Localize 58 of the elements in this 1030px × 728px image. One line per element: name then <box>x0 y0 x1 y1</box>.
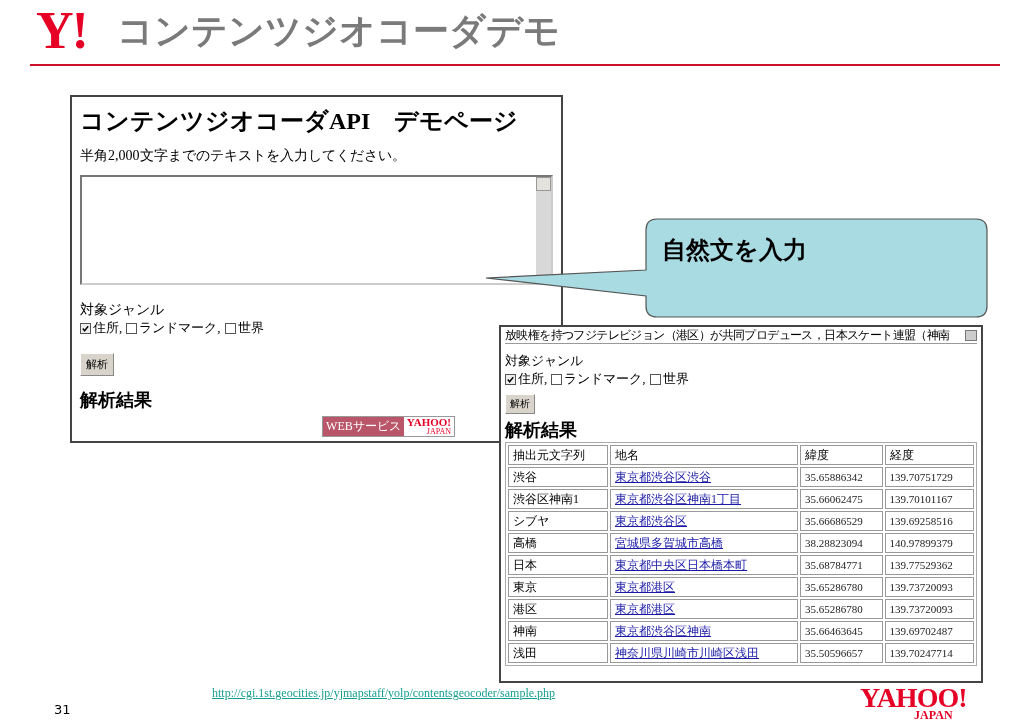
checkbox-label: 住所, <box>93 319 123 337</box>
page-number: 31 <box>54 702 71 717</box>
table-cell: 35.65886342 <box>799 467 883 487</box>
table-cell: 神南 <box>508 621 609 641</box>
table-cell: 東京 <box>508 577 609 597</box>
scroll-button[interactable] <box>965 329 977 341</box>
table-cell: 139.70751729 <box>884 467 974 487</box>
table-cell: 高橋 <box>508 533 609 553</box>
yahoo-logo: Y! <box>36 5 87 57</box>
checkbox[interactable] <box>126 322 138 334</box>
column-header: 緯度 <box>799 445 883 465</box>
page-title: コンテンツジオコーダAPI デモページ <box>80 107 520 136</box>
table-cell: 139.69258516 <box>884 511 974 531</box>
genre-label: 対象ジャンル <box>80 301 165 319</box>
checkbox-label: ランドマーク, <box>139 319 221 337</box>
checkbox-label: 住所, <box>518 370 548 388</box>
table-cell: 35.66463645 <box>799 621 883 641</box>
checkbox[interactable] <box>551 373 563 385</box>
table-cell: 139.77529362 <box>884 555 974 575</box>
results-heading: 解析結果 <box>80 388 152 412</box>
column-header: 抽出元文字列 <box>508 445 609 465</box>
checkbox[interactable] <box>505 373 516 385</box>
analyze-button[interactable]: 解析 <box>505 394 535 414</box>
checkbox[interactable] <box>649 373 661 385</box>
table-cell: 139.73720093 <box>884 599 974 619</box>
table-cell: 139.73720093 <box>884 577 974 597</box>
table-cell: 139.69702487 <box>884 621 974 641</box>
genre-label: 対象ジャンル <box>505 352 584 370</box>
table-cell: 35.65286780 <box>799 599 883 619</box>
checkbox[interactable] <box>224 322 236 334</box>
column-header: 地名 <box>610 445 798 465</box>
checkbox[interactable] <box>80 322 91 334</box>
checkbox-label: 世界 <box>662 370 689 388</box>
table-cell: シブヤ <box>508 511 609 531</box>
table-cell: 35.66686529 <box>799 511 883 531</box>
table-cell: 渋谷 <box>508 467 609 487</box>
table-cell: 港区 <box>508 599 609 619</box>
text-input[interactable]: 放映権を持つフジテレビジョン（港区）が共同プロデュース，日本スケート連盟（神南 <box>505 327 977 344</box>
column-header: 経度 <box>884 445 974 465</box>
table-cell: 日本 <box>508 555 609 575</box>
analyze-button[interactable]: 解析 <box>80 353 114 376</box>
instruction-text: 半角2,000文字までのテキストを入力してください。 <box>80 147 407 165</box>
results-heading: 解析結果 <box>505 418 577 442</box>
table-cell: 35.68784771 <box>799 555 883 575</box>
table-cell: 35.66062475 <box>799 489 883 509</box>
table-cell: 浅田 <box>508 643 609 663</box>
text-input[interactable] <box>80 175 553 285</box>
checkbox-label: 世界 <box>237 319 264 337</box>
table-cell: 38.28823094 <box>799 533 883 553</box>
callout-text: 自然文を入力 <box>662 235 807 266</box>
table-cell: 139.70247714 <box>884 643 974 663</box>
slide-title: コンテンツジオコーダデモ <box>116 8 560 53</box>
table-cell: 139.70101167 <box>884 489 974 509</box>
table-cell: 35.50596657 <box>799 643 883 663</box>
table-cell: 140.97899379 <box>884 533 974 553</box>
checkbox-label: ランドマーク, <box>564 370 646 388</box>
table-cell: 35.65286780 <box>799 577 883 597</box>
table-cell: 渋谷区神南1 <box>508 489 609 509</box>
